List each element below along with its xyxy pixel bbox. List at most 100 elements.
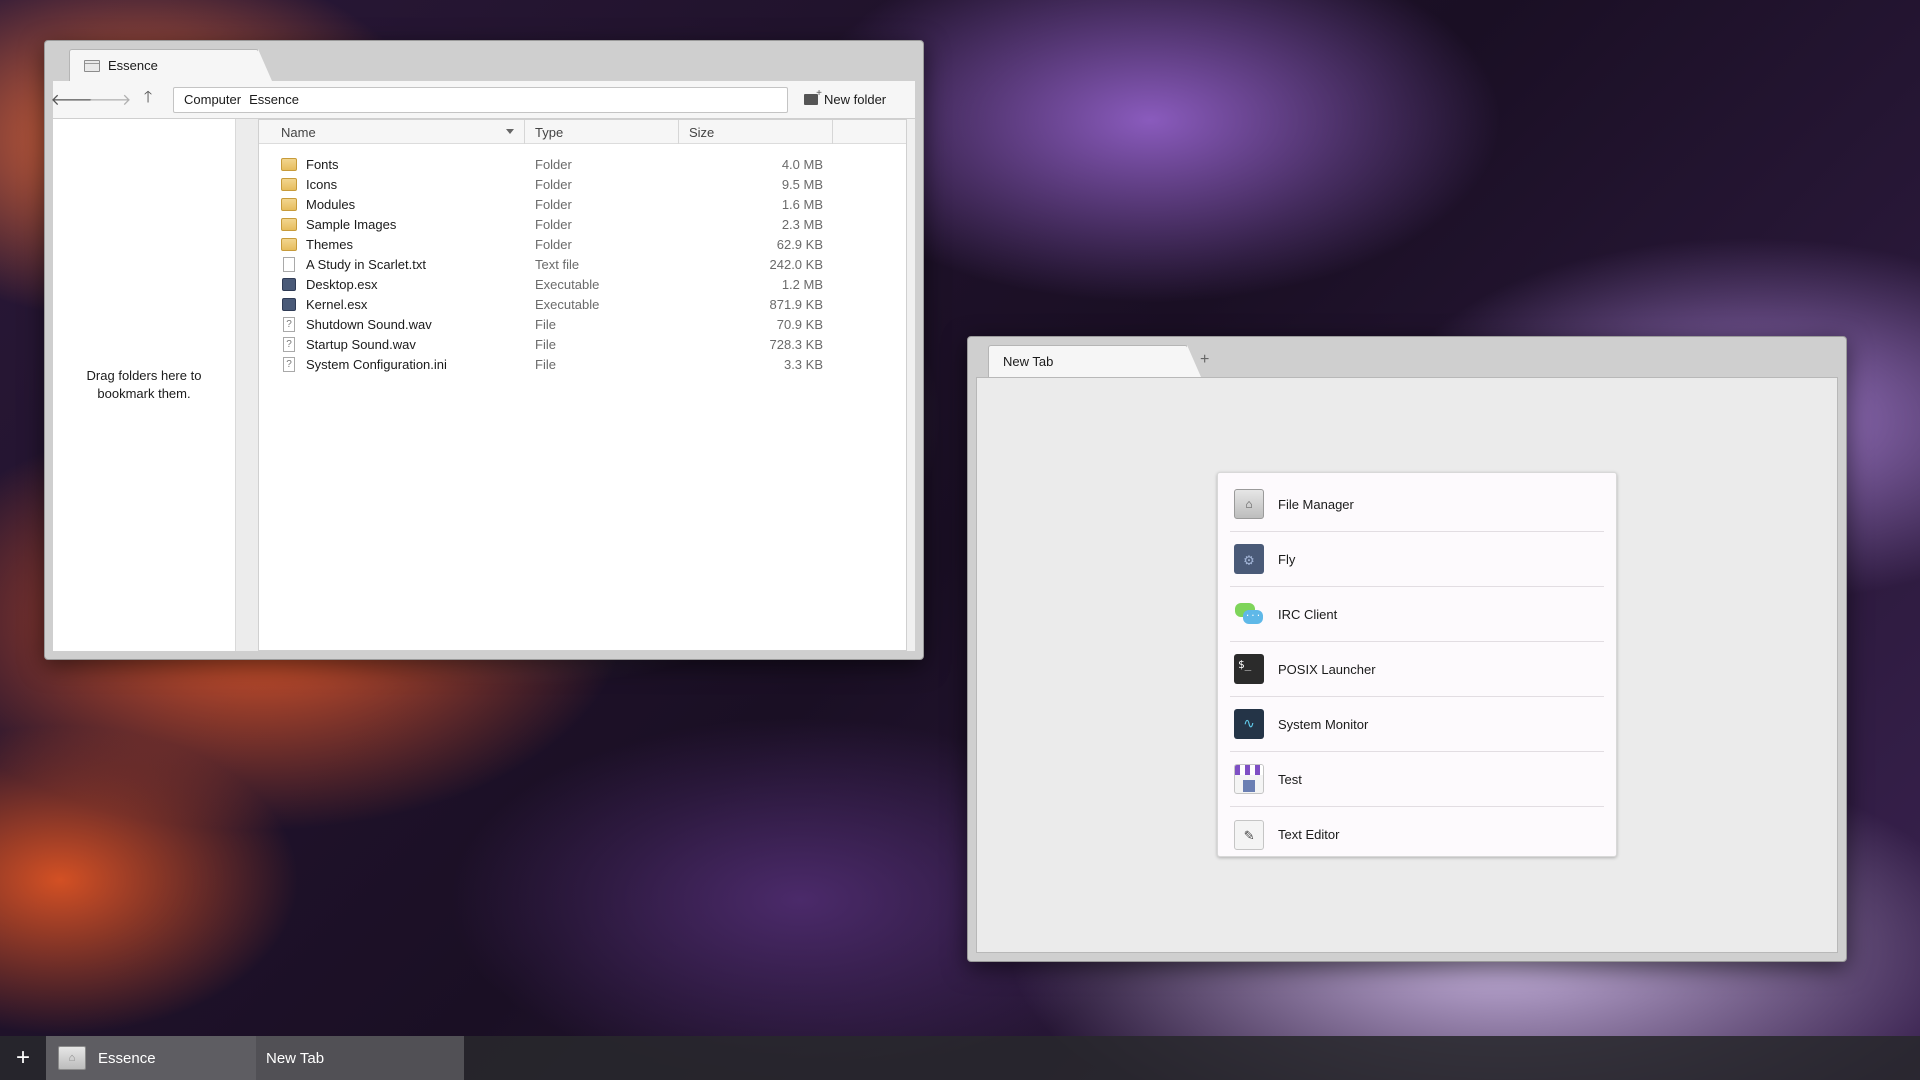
- folder-icon: [84, 59, 100, 72]
- file-type: Folder: [535, 196, 572, 212]
- file-name: Fonts: [306, 156, 339, 172]
- test-icon: [1234, 764, 1264, 794]
- breadcrumb-essence[interactable]: Essence: [249, 92, 299, 107]
- file-manager-tab[interactable]: Essence: [69, 49, 272, 81]
- sidebar-hint: Drag folders here to bookmark them.: [86, 368, 202, 401]
- file-type: Folder: [535, 236, 572, 252]
- irc-client-icon: [1234, 599, 1264, 629]
- file-name: Icons: [306, 176, 338, 192]
- file-size: 1.2 MB: [781, 276, 823, 292]
- app-label: IRC Client: [1278, 606, 1338, 622]
- file-size: 2.3 MB: [781, 216, 823, 232]
- app-item-irc-client[interactable]: IRC Client: [1230, 587, 1604, 642]
- table-row[interactable]: Kernel.esx Executable 871.9 KB: [259, 294, 906, 314]
- taskbar-item-essence[interactable]: ⌂ Essence: [46, 1036, 256, 1080]
- arrow-left-icon: 🡐: [50, 92, 94, 109]
- file-size: 728.3 KB: [769, 336, 824, 352]
- table-row[interactable]: A Study in Scarlet.txt Text file 242.0 K…: [259, 254, 906, 274]
- column-header-type[interactable]: Type: [525, 120, 679, 144]
- file-type: Folder: [535, 176, 572, 192]
- file-type: Folder: [535, 156, 572, 172]
- file-size: 70.9 KB: [776, 316, 823, 332]
- folder-icon: [281, 237, 297, 251]
- new-window-button[interactable]: +: [0, 1036, 46, 1080]
- file-manager-toolbar: 🡐 🡒 🡑 Computer Essence New folder: [50, 81, 915, 119]
- app-item-file-manager[interactable]: ⌂ File Manager: [1230, 477, 1604, 532]
- table-row[interactable]: Icons Folder 9.5 MB: [259, 174, 906, 194]
- column-header-size[interactable]: Size: [679, 120, 833, 144]
- back-button[interactable]: 🡐: [50, 85, 94, 115]
- file-name: Desktop.esx: [306, 276, 378, 292]
- unknown-file-icon: ?: [283, 356, 295, 372]
- unknown-file-icon: ?: [283, 336, 295, 352]
- file-name: Kernel.esx: [306, 296, 368, 312]
- vertical-scrollbar[interactable]: [907, 119, 915, 651]
- file-name: Sample Images: [306, 216, 397, 232]
- file-type: File: [535, 356, 556, 372]
- browser-window: New Tab + ⌂ File Manager ⚙ Fly IRC Clien…: [967, 336, 1847, 962]
- bookmarks-sidebar[interactable]: Drag folders here to bookmark them.: [53, 119, 236, 651]
- column-header-type-label: Type: [535, 124, 564, 140]
- table-row[interactable]: ? System Configuration.ini File 3.3 KB: [259, 354, 906, 374]
- app-label: POSIX Launcher: [1278, 661, 1376, 677]
- table-row[interactable]: Sample Images Folder 2.3 MB: [259, 214, 906, 234]
- file-size: 9.5 MB: [781, 176, 823, 192]
- app-item-fly[interactable]: ⚙ Fly: [1230, 532, 1604, 587]
- file-type: Executable: [535, 296, 600, 312]
- new-folder-button[interactable]: New folder: [800, 88, 890, 107]
- path-bar[interactable]: Computer Essence: [173, 86, 788, 113]
- forward-button[interactable]: 🡒: [89, 85, 132, 115]
- folder-icon: [281, 217, 297, 231]
- table-row[interactable]: Modules Folder 1.6 MB: [259, 194, 906, 214]
- plus-icon: +: [15, 1044, 30, 1071]
- app-label: Test: [1278, 771, 1302, 787]
- file-size: 4.0 MB: [781, 156, 823, 172]
- browser-tabstrip: New Tab +: [968, 337, 1846, 377]
- sidebar-splitter[interactable]: [236, 119, 258, 651]
- app-item-posix-launcher[interactable]: $_ POSIX Launcher: [1230, 642, 1604, 697]
- file-name: Modules: [306, 196, 356, 212]
- file-size: 871.9 KB: [769, 296, 824, 312]
- up-button[interactable]: 🡑: [129, 85, 167, 115]
- app-item-system-monitor[interactable]: ∿ System Monitor: [1230, 697, 1604, 752]
- file-size: 62.9 KB: [776, 236, 823, 252]
- app-label: File Manager: [1278, 496, 1354, 512]
- browser-tab-new-tab[interactable]: New Tab: [988, 345, 1201, 377]
- folder-icon: [281, 157, 297, 171]
- file-name: Shutdown Sound.wav: [306, 316, 432, 332]
- new-tab-button[interactable]: +: [1200, 351, 1209, 369]
- taskbar-item-new-tab[interactable]: New Tab: [256, 1036, 464, 1080]
- browser-tab-title: New Tab: [1003, 354, 1054, 369]
- app-launcher-list: ⌂ File Manager ⚙ Fly IRC Client $_ POSIX…: [1217, 472, 1617, 857]
- app-label: Text Editor: [1278, 827, 1340, 842]
- table-row[interactable]: Fonts Folder 4.0 MB: [259, 154, 906, 174]
- column-headers: Name Type Size: [259, 120, 906, 144]
- text-editor-icon: ✎: [1234, 819, 1264, 850]
- file-manager-tabstrip: Essence: [45, 41, 923, 81]
- file-type: File: [535, 316, 556, 332]
- app-label: Fly: [1278, 551, 1296, 567]
- file-type: Folder: [535, 216, 572, 232]
- file-name: Startup Sound.wav: [306, 336, 416, 352]
- file-name: System Configuration.ini: [306, 356, 447, 372]
- new-tab-page: ⌂ File Manager ⚙ Fly IRC Client $_ POSIX…: [976, 377, 1838, 953]
- new-folder-label: New folder: [824, 92, 887, 107]
- table-row[interactable]: ? Startup Sound.wav File 728.3 KB: [259, 334, 906, 354]
- file-name: Themes: [306, 236, 353, 252]
- file-manager-tab-title: Essence: [108, 58, 158, 73]
- system-monitor-icon: ∿: [1234, 709, 1264, 739]
- arrow-up-icon: 🡑: [143, 89, 153, 106]
- column-header-name[interactable]: Name: [259, 120, 525, 144]
- app-item-test[interactable]: Test: [1230, 752, 1604, 807]
- file-manager-window: Essence 🡐 🡒 🡑 Computer Essence New folde…: [44, 40, 924, 660]
- file-type: File: [535, 336, 556, 352]
- file-size: 1.6 MB: [781, 196, 823, 212]
- table-row[interactable]: Themes Folder 62.9 KB: [259, 234, 906, 254]
- app-item-text-editor[interactable]: ✎ Text Editor: [1230, 807, 1604, 862]
- file-list[interactable]: Name Type Size Fonts Folder 4.0 MB Icons…: [258, 119, 907, 651]
- file-size: 242.0 KB: [769, 256, 824, 272]
- table-row[interactable]: ? Shutdown Sound.wav File 70.9 KB: [259, 314, 906, 334]
- table-row[interactable]: Desktop.esx Executable 1.2 MB: [259, 274, 906, 294]
- file-name: A Study in Scarlet.txt: [306, 256, 426, 272]
- breadcrumb-computer[interactable]: Computer: [184, 92, 241, 107]
